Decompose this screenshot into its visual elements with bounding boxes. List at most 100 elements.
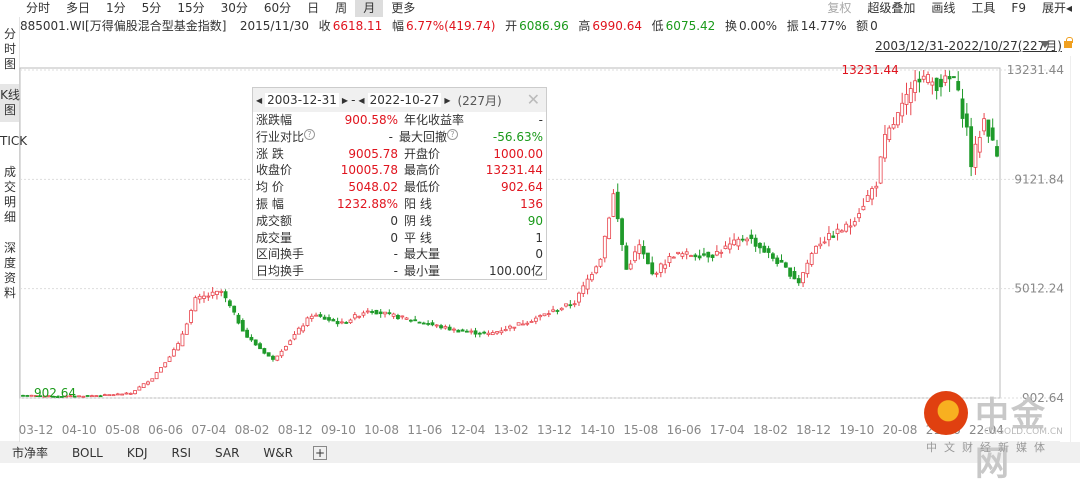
next-start-icon[interactable]: ▶ <box>342 96 348 105</box>
candle-body <box>874 185 879 189</box>
tab-period[interactable]: 日 <box>299 0 327 17</box>
x-tick-label: 22-04 <box>969 423 1004 437</box>
candle-body <box>232 305 237 313</box>
candle-body <box>788 267 793 277</box>
indicator-tab[interactable]: RSI <box>160 446 204 460</box>
candle-body <box>990 127 995 141</box>
candle-body <box>357 315 362 318</box>
stat-row: 涨跌幅 900.58% 年化收益率 - <box>253 112 546 129</box>
scrollbar[interactable] <box>1070 56 1080 442</box>
lock-icon[interactable] <box>1064 37 1073 48</box>
x-tick-label: 03-12 <box>19 423 54 437</box>
y-tick-label: 902.64 <box>1022 391 1064 405</box>
stat-value: 0 <box>535 247 543 262</box>
y-tick-label: 13231.44 <box>1007 63 1064 77</box>
candle-body <box>253 339 258 346</box>
tab-period[interactable]: 15分 <box>169 0 212 17</box>
help-icon[interactable]: ? <box>447 128 459 140</box>
candle-body <box>835 228 840 234</box>
change-value: 6.77%(419.74) <box>405 19 496 33</box>
stat-label: 区间换手 <box>256 247 305 262</box>
candle-body <box>956 81 961 91</box>
next-end-icon[interactable]: ▶ <box>444 96 450 105</box>
prev-start-icon[interactable]: ◀ <box>256 96 262 105</box>
tab-period[interactable]: 更多 <box>383 0 423 17</box>
min-price-label: 902.64 <box>34 386 76 400</box>
tab-period[interactable]: 60分 <box>256 0 299 17</box>
tab-period[interactable]: 分时 <box>18 0 58 17</box>
candle-body <box>749 234 754 240</box>
indicator-tab[interactable]: KDJ <box>115 446 160 460</box>
period-tabs: 分时 多日 1分 5分 15分 30分 60分日周月更多 复权 超级叠加 画线 工具 F9 展开◂ <box>0 0 1080 17</box>
toolbar-button[interactable]: 超级叠加 <box>859 0 923 17</box>
close-icon[interactable]: ✕ <box>527 90 540 109</box>
candle-body <box>667 256 672 264</box>
help-icon[interactable]: ? <box>304 128 316 140</box>
candle-body <box>551 309 555 312</box>
candle-body <box>865 195 870 202</box>
candle-body <box>340 321 344 324</box>
stat-value: 90 <box>527 213 543 228</box>
indicator-tab[interactable]: 市净率 <box>0 444 60 461</box>
stat-value: 1 <box>535 230 543 245</box>
candle-body <box>184 323 189 335</box>
indicator-tab[interactable]: SAR <box>203 446 251 460</box>
x-tick-label: 08-12 <box>278 423 313 437</box>
x-tick-label: 07-04 <box>191 423 226 437</box>
candle-body <box>779 259 784 263</box>
candle-body <box>309 315 314 319</box>
candle-body <box>258 343 262 350</box>
date-range-selector[interactable]: 2003/12/31-2022/10/27(227月) <box>875 37 1062 54</box>
stat-value: 1232.88% <box>336 196 398 211</box>
stat-value: 902.64 <box>501 180 543 195</box>
candle-body <box>736 238 741 247</box>
dropdown-triangle-icon[interactable] <box>1040 41 1050 48</box>
prev-end-icon[interactable]: ◀ <box>358 96 364 105</box>
candle-body <box>633 251 637 262</box>
end-date-input[interactable]: 2022-10-27 <box>367 93 442 107</box>
candle-body <box>439 325 443 329</box>
add-indicator-button[interactable]: + <box>312 445 327 460</box>
x-tick-label: 21-06 <box>926 423 961 437</box>
tab-period[interactable]: 多日 <box>58 0 98 17</box>
candle-body <box>318 314 323 317</box>
range-separator: - <box>351 93 356 107</box>
toolbar-button[interactable]: 展开◂ <box>1034 0 1080 17</box>
tab-period[interactable]: 30分 <box>213 0 256 17</box>
tab-period[interactable]: 1分 <box>98 0 134 17</box>
stat-value: 100.00亿 <box>489 264 543 279</box>
toolbar-button[interactable]: 画线 <box>923 0 963 17</box>
candle-body <box>460 329 465 332</box>
candle-body <box>637 244 642 254</box>
candle-body <box>25 395 30 397</box>
candle-body <box>482 331 487 334</box>
x-tick-label: 16-06 <box>667 423 702 437</box>
stat-label: 开盘价 <box>404 146 441 161</box>
indicator-tab[interactable]: W&R <box>251 446 305 460</box>
start-date-input[interactable]: 2003-12-31 <box>265 93 339 107</box>
candle-body <box>245 329 250 338</box>
toolbar-button[interactable]: 工具 <box>963 0 1003 17</box>
candle-body <box>542 313 547 317</box>
stat-value: 900.58% <box>344 113 398 127</box>
toolbar-button[interactable]: F9 <box>1003 0 1034 17</box>
tab-period[interactable]: 周 <box>327 0 355 17</box>
candle-body <box>939 78 943 88</box>
toolbar-button[interactable]: 复权 <box>819 0 859 17</box>
tab-period[interactable]: 5分 <box>134 0 170 17</box>
candle-body <box>943 75 948 83</box>
candle-body <box>361 312 366 316</box>
candle-body <box>469 330 474 333</box>
candle-body <box>801 272 805 284</box>
candle-body <box>904 93 909 105</box>
candle-body <box>680 253 685 257</box>
candle-body <box>77 395 81 398</box>
candle-body <box>714 251 719 256</box>
indicator-tab[interactable]: BOLL <box>60 446 115 460</box>
stat-label: 最高价 <box>404 163 441 178</box>
candle-body <box>215 290 219 295</box>
stat-label: 行业对比 <box>256 129 305 144</box>
candle-body <box>111 394 116 397</box>
x-tick-label: 14-10 <box>580 423 615 437</box>
tab-period[interactable]: 月 <box>355 0 384 17</box>
